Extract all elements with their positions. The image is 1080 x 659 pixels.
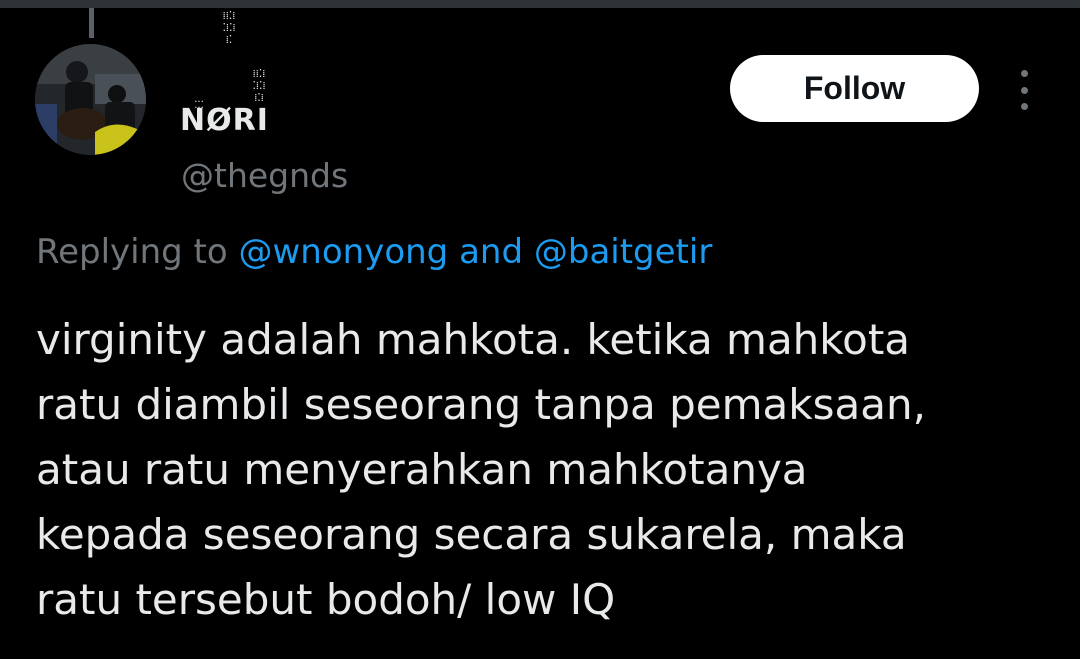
more-dot [1020, 103, 1028, 110]
avatar[interactable] [35, 44, 146, 155]
author-handle[interactable]: @thegnds [181, 156, 348, 195]
tweet-text-line: virginity adalah mahkota. ketika mahkota [36, 315, 911, 364]
more-dot [1020, 70, 1028, 77]
more-options-icon[interactable] [1006, 70, 1042, 110]
mention-link[interactable]: @baitgetir [534, 232, 712, 272]
tweet-text: virginity adalah mahkota. ketika mahkota… [36, 307, 1046, 632]
tweet-text-line: ratu tersebut bodoh/ low IQ [36, 575, 616, 624]
more-dot [1020, 86, 1028, 94]
mention-link[interactable]: @wnonyong [239, 232, 449, 272]
tweet-text-line: kepada seseorang secara sukarela, maka [36, 510, 907, 559]
follow-button[interactable]: Follow [730, 55, 979, 122]
replying-to-line: Replying to @wnonyong and @baitgetir [36, 232, 712, 272]
replying-to-label: Replying to [36, 232, 228, 272]
thread-connector-line [89, 8, 94, 38]
top-divider [0, 0, 1080, 8]
avatar-photo [35, 44, 146, 155]
tweet-text-line: ratu diambil seseorang tanpa pemaksaan, [36, 380, 926, 429]
tweet-text-line: atau ratu menyerahkan mahkotanya [36, 445, 808, 494]
mention-joiner: and [459, 232, 524, 272]
author-display-name[interactable]: NØRI [180, 103, 269, 138]
name-decoration-glyphs: ⁞⁞⁚⁞⁚⁞⁚⁞⁞⁚ [222, 9, 236, 46]
name-decoration-glyphs: ⁞⁞⁚⁞⁚⁞⁚⁞⁞⁚⁞ [252, 67, 266, 104]
